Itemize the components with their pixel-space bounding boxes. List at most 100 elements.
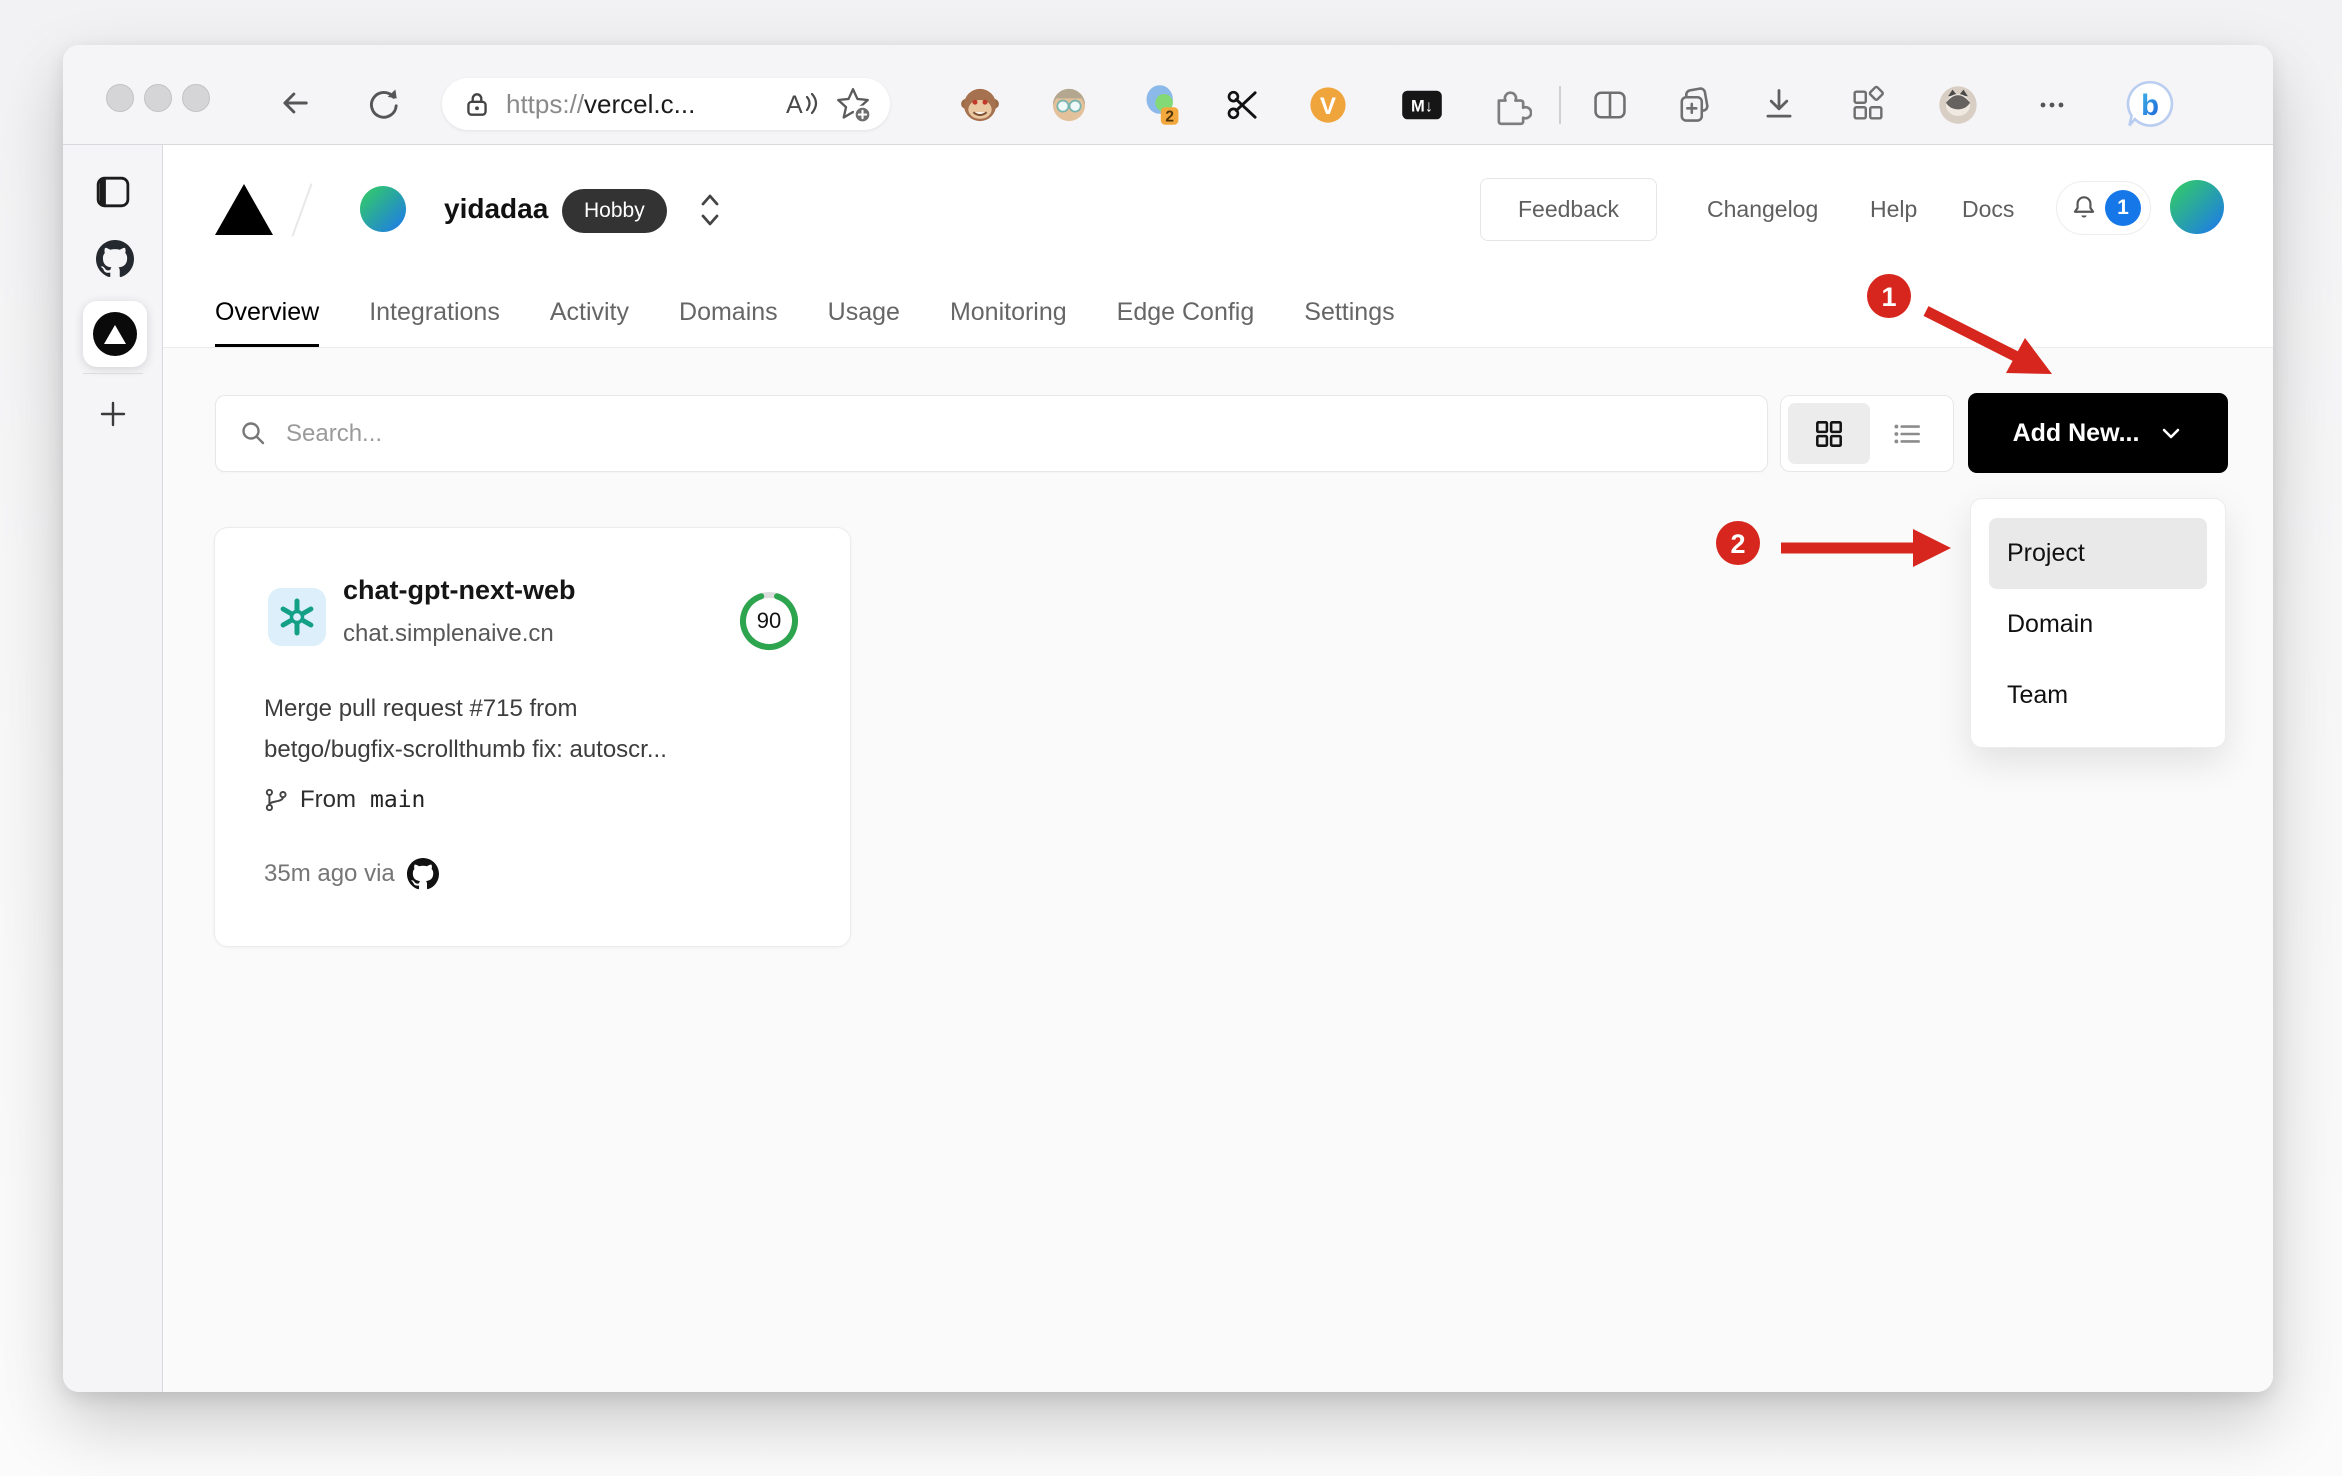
markdown-icon: M↓ <box>1402 90 1442 120</box>
browser-window: https://vercel.c... A 2 V M↓ b yidadaa H… <box>63 45 2273 1392</box>
add-favorite-icon[interactable] <box>834 85 872 123</box>
score-value: 90 <box>756 608 782 633</box>
granny-avatar-icon <box>1052 88 1086 122</box>
extensions-menu-button[interactable] <box>1490 84 1532 126</box>
collections-button[interactable] <box>1674 85 1714 125</box>
git-branch-icon <box>265 788 287 812</box>
commit-message: Merge pull request #715 from betgo/bugfi… <box>264 688 667 770</box>
toolbar-divider <box>1559 86 1561 124</box>
close-window-button[interactable] <box>106 84 134 112</box>
dropdown-item-domain[interactable]: Domain <box>1989 589 2207 660</box>
bell-icon <box>2073 196 2095 218</box>
url-host: vercel.c... <box>584 88 696 119</box>
project-logo-tile <box>268 588 326 646</box>
add-new-dropdown: Project Domain Team <box>1970 498 2226 748</box>
commit-line-1: Merge pull request #715 from <box>264 695 578 722</box>
grid-view-icon <box>1816 420 1842 447</box>
markdown-label: M↓ <box>1411 98 1433 116</box>
refresh-button[interactable] <box>365 85 401 121</box>
extension-video-button[interactable]: V <box>1306 83 1350 127</box>
view-toggle <box>1780 395 1954 472</box>
team-name: yidadaa <box>444 193 549 224</box>
tab-overview[interactable]: Overview <box>215 298 320 347</box>
collections-icon <box>1680 87 1709 122</box>
tab-domains[interactable]: Domains <box>679 298 778 347</box>
vercel-page: yidadaa Hobby Feedback Changelog Help Do… <box>163 145 2273 1392</box>
new-tab-button[interactable] <box>98 399 128 429</box>
up-down-chevron-icon <box>701 194 719 226</box>
search-icon <box>242 421 265 444</box>
feedback-button[interactable]: Feedback <box>1480 178 1657 241</box>
puzzle-icon <box>1497 91 1532 126</box>
tab-integrations[interactable]: Integrations <box>369 298 500 347</box>
tab-monitoring[interactable]: Monitoring <box>950 298 1067 347</box>
tab-usage[interactable]: Usage <box>828 298 900 347</box>
browser-profile-button[interactable] <box>1936 83 1980 127</box>
vercel-logo[interactable] <box>215 184 273 235</box>
downloads-button[interactable] <box>1759 85 1799 125</box>
apps-grid-icon <box>1853 85 1884 120</box>
project-card[interactable]: chat-gpt-next-web chat.simplenaive.cn 90… <box>214 527 851 947</box>
project-name[interactable]: chat-gpt-next-web <box>343 575 576 606</box>
video-ext-icon: V <box>1310 87 1346 123</box>
more-options-button[interactable] <box>2034 87 2070 123</box>
back-button[interactable] <box>277 85 313 121</box>
commit-line-2: betgo/bugfix-scrollthumb fix: autoscr... <box>264 736 667 763</box>
tab-settings[interactable]: Settings <box>1304 298 1394 347</box>
back-arrow-icon <box>283 92 308 114</box>
tab-count-badge: 2 <box>1165 109 1174 126</box>
read-aloud-icon[interactable]: A <box>782 86 818 122</box>
chevron-down-icon <box>2163 428 2180 439</box>
notifications-button[interactable]: 1 <box>2056 181 2151 235</box>
lock-icon <box>467 93 487 116</box>
help-link[interactable]: Help <box>1870 196 1917 223</box>
dropdown-item-team[interactable]: Team <box>1989 660 2207 731</box>
video-ext-label: V <box>1320 93 1336 120</box>
extension-scissors-button[interactable] <box>1224 85 1264 125</box>
breadcrumb-slash <box>291 183 313 237</box>
tab-vercel-active[interactable] <box>83 301 147 367</box>
tab-github[interactable] <box>96 240 134 278</box>
tab-group-icon: 2 <box>1146 85 1179 126</box>
bing-chat-icon: b <box>2126 80 2174 127</box>
list-view-button[interactable] <box>1868 403 1946 464</box>
openai-logo-icon <box>280 598 314 636</box>
branch-row: From main <box>264 786 425 814</box>
dropdown-item-project[interactable]: Project <box>1989 518 2207 589</box>
github-icon <box>406 858 439 890</box>
more-dots-icon <box>2040 102 2064 108</box>
bing-chat-button[interactable]: b <box>2124 79 2176 131</box>
search-box[interactable] <box>215 395 1768 472</box>
maximize-window-button[interactable] <box>182 84 210 112</box>
project-domain[interactable]: chat.simplenaive.cn <box>343 620 554 648</box>
extension-monkey-button[interactable] <box>960 85 1000 125</box>
team-switcher-button[interactable] <box>697 187 723 238</box>
desktop: { "browser": { "url_protocol": "https://… <box>0 0 2342 1476</box>
split-screen-button[interactable] <box>1590 85 1630 125</box>
sidebar-divider <box>83 373 143 374</box>
extension-tab-group-button[interactable]: 2 <box>1141 83 1185 127</box>
team-avatar[interactable] <box>360 186 406 232</box>
tab-edge-config[interactable]: Edge Config <box>1117 298 1255 347</box>
add-new-button[interactable]: Add New... <box>1968 393 2228 473</box>
browser-toolbar: https://vercel.c... A 2 V M↓ b <box>63 45 2273 145</box>
changelog-link[interactable]: Changelog <box>1707 196 1818 223</box>
address-bar[interactable]: https://vercel.c... A <box>442 78 890 130</box>
account-avatar[interactable] <box>2170 180 2224 234</box>
vercel-favicon <box>93 312 137 356</box>
extension-persona-button[interactable] <box>1049 85 1089 125</box>
grid-view-button[interactable] <box>1788 403 1870 464</box>
search-input[interactable] <box>286 419 1743 448</box>
plus-icon <box>100 401 126 427</box>
docs-link[interactable]: Docs <box>1962 196 2014 223</box>
tab-activity[interactable]: Activity <box>550 298 629 347</box>
deployed-time: 35m ago via <box>264 860 395 887</box>
monkey-icon <box>961 88 999 122</box>
extension-markdown-button[interactable]: M↓ <box>1400 87 1444 123</box>
plan-badge: Hobby <box>562 189 667 233</box>
url-text: https://vercel.c... <box>506 89 695 120</box>
apps-button[interactable] <box>1848 85 1888 125</box>
minimize-window-button[interactable] <box>144 84 172 112</box>
vertical-tabs-sidebar <box>63 145 163 1392</box>
toggle-vertical-tabs-button[interactable] <box>96 176 130 208</box>
